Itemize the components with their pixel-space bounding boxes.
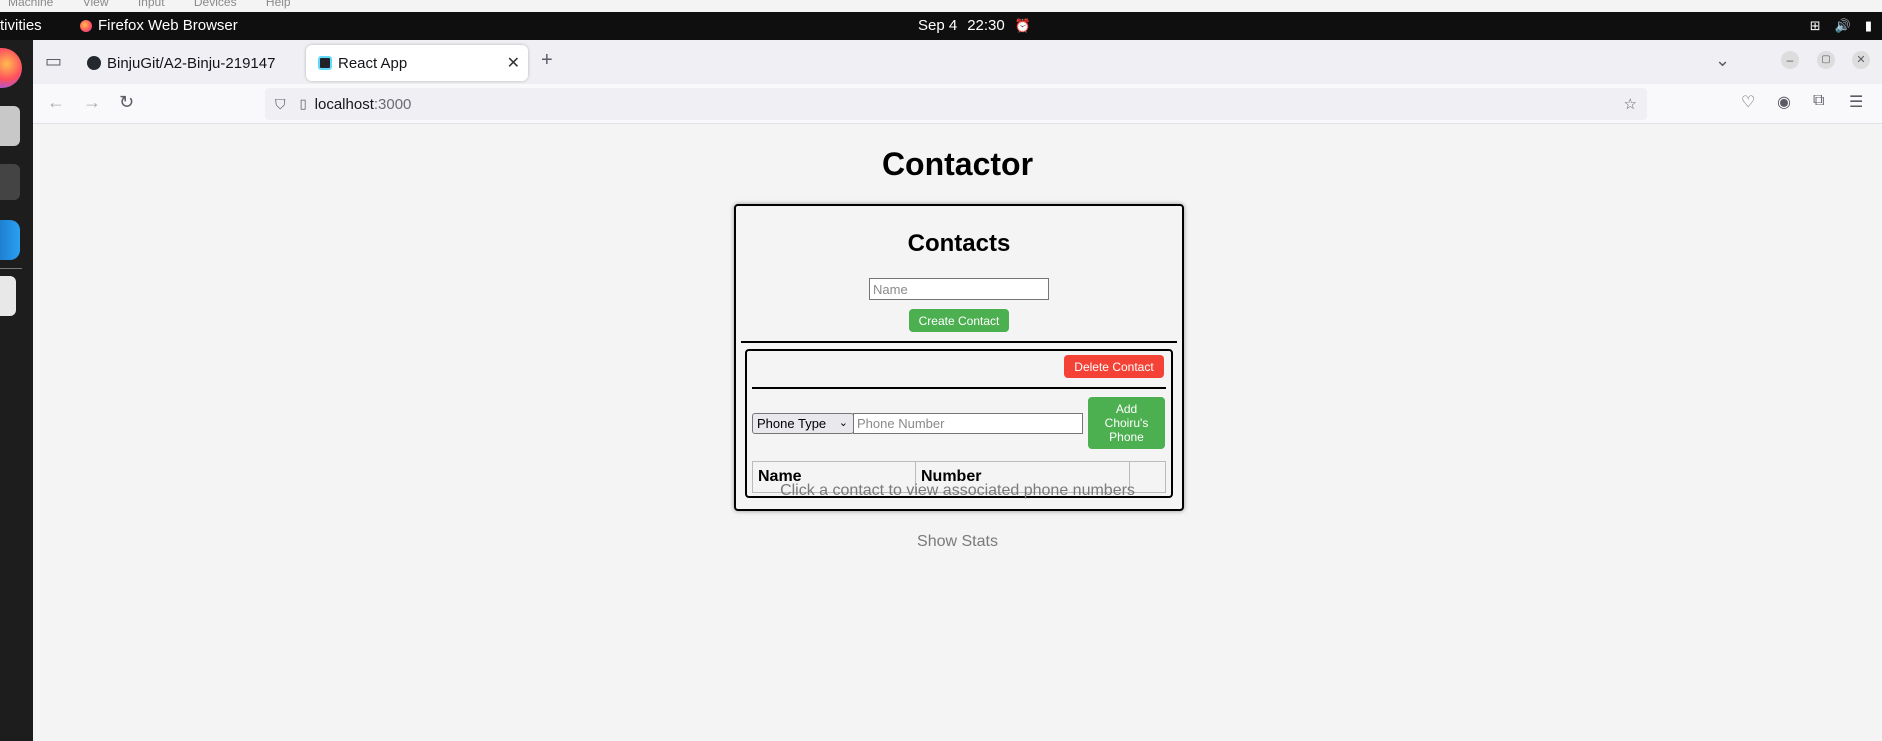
vm-menu-machine[interactable]: Machine [8,0,53,9]
files-dock-icon[interactable] [0,106,20,146]
network-icon: ⊞ [1809,18,1821,33]
contacts-heading: Contacts [907,230,1011,257]
new-tab-icon[interactable]: + [541,49,553,72]
activities-button[interactable]: tivities [0,17,42,34]
tab-github[interactable]: BinjuGit/A2-Binju-219147 ✕ [75,45,331,81]
add-phone-button[interactable]: Add Choiru's Phone [1088,397,1165,449]
chevron-down-icon: ⌄ [838,417,848,429]
create-contact-button[interactable]: Create Contact [909,309,1009,332]
page-info-icon: ▯ [299,96,307,111]
dock-separator [0,268,22,269]
list-tabs-icon[interactable]: ⌄ [1715,50,1730,71]
tab-strip: ▭ BinjuGit/A2-Binju-219147 ✕ React App ✕… [33,40,1882,84]
close-window-icon[interactable]: ✕ [1852,51,1870,69]
pocket-icon[interactable]: ♡ [1741,92,1755,112]
close-tab-icon[interactable]: ✕ [507,53,520,73]
terminal-dock-icon[interactable] [0,164,20,200]
tab-react-label: React App [338,54,408,72]
trash-dock-icon[interactable] [0,276,16,316]
back-icon[interactable]: ← [47,92,65,113]
nav-toolbar: ← → ↻ ⛉ ▯ localhost :3000 ☆ ♡ ◉ ⧉ ☰ [33,84,1882,124]
hint-text: Click a contact to view associated phone… [780,482,1135,499]
bookmark-star-icon[interactable]: ☆ [1624,95,1637,113]
dock [0,40,33,741]
phone-type-selected: Phone Type [757,416,827,431]
app-title: Contactor [881,146,1034,182]
vm-menu-help[interactable]: Help [266,0,291,9]
vm-menu-devices[interactable]: Devices [194,0,237,9]
vm-menu-input[interactable]: Input [138,0,165,9]
alarm-icon: ⏰ [1014,17,1031,33]
divider [752,387,1166,389]
contact-detail-panel: Delete Contact Phone Type ⌄ Add Choiru's… [745,349,1173,498]
show-stats-button[interactable]: Show Stats [33,533,1882,551]
url-host: localhost [314,95,374,113]
menu-icon[interactable]: ☰ [1849,92,1863,112]
url-port: :3000 [373,95,412,113]
system-top-bar: tivities Firefox Web Browser Sep 4 22:30… [0,12,1882,40]
clock-time: 22:30 [967,17,1005,34]
battery-icon: ▮ [1864,18,1872,33]
extensions-icon[interactable]: ⧉ [1813,92,1824,110]
volume-icon: 🔊 [1834,18,1851,33]
forward-icon[interactable]: → [83,92,101,113]
vm-menu-bar: Machine View Input Devices Help [0,0,1882,12]
app-name-label: Firefox Web Browser [98,17,238,34]
divider [741,341,1177,343]
clock-date: Sep 4 [918,17,958,34]
tab-react-app[interactable]: React App ✕ [306,45,528,81]
system-tray[interactable]: ⊞ 🔊 ▮ [1810,18,1872,34]
react-icon [318,56,332,70]
delete-contact-button[interactable]: Delete Contact [1064,355,1164,378]
phone-type-select[interactable]: Phone Type ⌄ [752,413,854,434]
clock[interactable]: Sep 4 22:30 ⏰ [918,17,1031,34]
maximize-icon[interactable]: ▢ [1817,51,1835,69]
reload-icon[interactable]: ↻ [119,92,134,113]
firefox-icon [80,19,92,32]
tab-github-label: BinjuGit/A2-Binju-219147 [107,54,276,72]
url-bar[interactable]: ⛉ ▯ localhost :3000 ☆ [265,88,1647,120]
tab-overview-icon[interactable]: ▭ [45,51,62,72]
account-icon[interactable]: ◉ [1777,92,1791,112]
minimize-icon[interactable]: – [1781,51,1799,69]
phone-number-input[interactable] [853,413,1083,434]
vm-menu-view[interactable]: View [83,0,109,9]
firefox-dock-icon[interactable] [0,48,22,88]
app-menu[interactable]: Firefox Web Browser [80,17,238,34]
shield-icon: ⛉ [275,95,286,112]
vscode-dock-icon[interactable] [0,220,20,260]
contacts-card: Contacts Create Contact Delete Contact P… [734,204,1184,511]
browser-window: ▭ BinjuGit/A2-Binju-219147 ✕ React App ✕… [33,40,1882,741]
page-content: Contactor Contacts Create Contact Delete… [33,124,1882,741]
github-icon [87,56,101,70]
contact-name-input[interactable] [869,278,1049,300]
